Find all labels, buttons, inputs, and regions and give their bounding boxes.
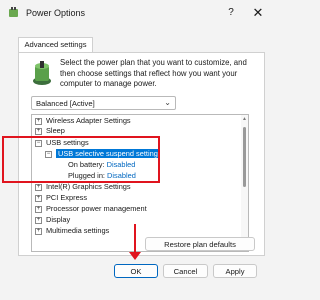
tree-item-label: PCI Express — [46, 193, 88, 202]
power-plan-value: Balanced [Active] — [36, 99, 95, 108]
window-title: Power Options — [26, 8, 86, 18]
scroll-up-icon[interactable]: ▲ — [242, 116, 247, 122]
tree-item-sleep[interactable]: + Sleep — [35, 126, 65, 136]
tree-item-label: Sleep — [46, 126, 65, 135]
expand-icon[interactable]: + — [35, 127, 42, 135]
chevron-down-icon: ⌄ — [164, 98, 171, 107]
tree-item-label: Processor power management — [46, 204, 147, 213]
expand-icon[interactable]: + — [35, 117, 42, 125]
tree-item-processor-power[interactable]: + Processor power management — [35, 204, 147, 214]
ok-button[interactable]: OK — [114, 264, 158, 278]
cancel-button[interactable]: Cancel — [163, 264, 208, 278]
apply-button[interactable]: Apply — [213, 264, 257, 278]
annotation-arrow — [134, 224, 136, 254]
tree-item-label: Display — [46, 215, 71, 224]
expand-icon[interactable]: + — [35, 183, 42, 191]
help-button[interactable]: ? — [222, 4, 240, 22]
tree-item-wireless-adapter[interactable]: + Wireless Adapter Settings — [35, 116, 131, 126]
power-plan-icon — [33, 61, 51, 85]
expand-icon[interactable]: + — [35, 205, 42, 213]
description-text: Select the power plan that you want to c… — [60, 58, 247, 88]
tree-item-label: Multimedia settings — [46, 226, 110, 235]
expand-icon[interactable]: + — [35, 227, 42, 235]
restore-plan-defaults-button[interactable]: Restore plan defaults — [145, 237, 255, 251]
tree-scrollbar[interactable]: ▲ ▼ — [241, 115, 248, 251]
annotation-highlight-box — [2, 136, 160, 183]
tree-item-display[interactable]: + Display — [35, 215, 70, 225]
title-bar: Power Options ? ✕ — [0, 0, 279, 26]
scrollbar-thumb[interactable] — [243, 127, 246, 187]
tree-item-label: Intel(R) Graphics Settings — [46, 182, 131, 191]
close-button[interactable]: ✕ — [247, 4, 269, 22]
annotation-arrow-head — [129, 252, 141, 260]
tab-advanced-settings[interactable]: Advanced settings — [18, 37, 93, 52]
settings-tree[interactable]: + Wireless Adapter Settings + Sleep − USB s… — [31, 114, 249, 252]
expand-icon[interactable]: + — [35, 216, 42, 224]
tree-item-intel-graphics[interactable]: + Intel(R) Graphics Settings — [35, 182, 131, 192]
power-plan-dropdown[interactable]: Balanced [Active] ⌄ — [31, 96, 176, 110]
expand-icon[interactable]: + — [35, 194, 42, 202]
power-options-icon — [9, 7, 18, 17]
tree-item-pci-express[interactable]: + PCI Express — [35, 193, 87, 203]
tree-item-label: Wireless Adapter Settings — [46, 116, 131, 125]
tree-item-multimedia[interactable]: + Multimedia settings — [35, 226, 109, 236]
